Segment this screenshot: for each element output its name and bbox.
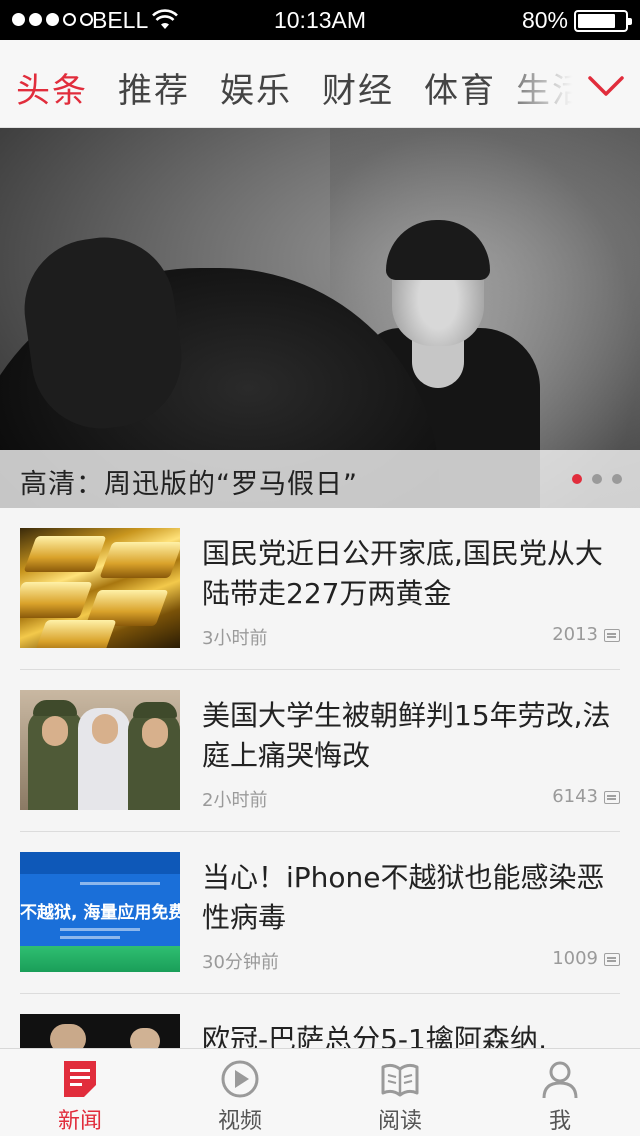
news-title: 美国大学生被朝鲜判15年劳改,法庭上痛哭悔改 <box>202 699 611 772</box>
news-thumbnail-court <box>20 690 180 810</box>
channel-tab-bar: 头条 推荐 娱乐 财经 体育 生活 <box>0 40 640 128</box>
news-item[interactable]: 不越狱, 海量应用免费 当心！iPhone不越狱也能感染恶性病毒 30分钟前 1… <box>0 832 640 994</box>
comment-count: 1009 <box>552 948 598 969</box>
news-icon <box>64 1061 96 1097</box>
nav-label: 阅读 <box>377 1109 422 1134</box>
news-title: 当心！iPhone不越狱也能感染恶性病毒 <box>202 861 605 934</box>
tab-entertainment[interactable]: 娱乐 <box>220 63 292 112</box>
battery-icon <box>574 10 632 32</box>
tab-sports[interactable]: 体育 <box>424 63 496 112</box>
tab-recommended[interactable]: 推荐 <box>118 63 190 112</box>
news-time: 3小时前 <box>202 628 268 649</box>
comment-icon <box>604 953 620 966</box>
nav-label: 我 <box>548 1109 571 1134</box>
pager-dot <box>572 474 582 484</box>
thumbnail-text: 不越狱, 海量应用免费 <box>20 903 180 923</box>
news-item[interactable]: 美国大学生被朝鲜判15年劳改,法庭上痛哭悔改 2小时前 6143 <box>0 670 640 832</box>
nav-reading[interactable]: 阅读 <box>320 1049 480 1136</box>
pager-dot <box>592 474 602 484</box>
nav-video[interactable]: 视频 <box>160 1049 320 1136</box>
hero-caption-bar: 高清：周迅版的“罗马假日” <box>0 450 640 508</box>
hero-caption: 高清：周迅版的“罗马假日” <box>20 469 358 500</box>
comment-count: 6143 <box>552 786 598 807</box>
pager-dot <box>612 474 622 484</box>
status-bar: BELL 10:13AM 80% <box>0 0 640 40</box>
play-icon <box>221 1060 259 1098</box>
bottom-nav: 新闻 视频 阅读 我 <box>0 1048 640 1136</box>
news-item[interactable]: 国民党近日公开家底,国民党从大陆带走227万两黄金 3小时前 2013 <box>0 508 640 670</box>
hero-banner[interactable]: 高清：周迅版的“罗马假日” <box>0 128 640 508</box>
nav-label: 新闻 <box>57 1109 102 1134</box>
book-icon <box>381 1063 419 1097</box>
news-thumbnail-gold <box>20 528 180 648</box>
chevron-down-icon[interactable] <box>586 66 626 106</box>
comment-count: 2013 <box>552 624 598 645</box>
nav-me[interactable]: 我 <box>480 1049 640 1136</box>
nav-label: 视频 <box>217 1109 262 1134</box>
tab-headlines[interactable]: 头条 <box>16 63 88 112</box>
news-thumbnail-website: 不越狱, 海量应用免费 <box>20 852 180 972</box>
news-time: 30分钟前 <box>202 952 279 973</box>
user-icon <box>542 1061 578 1099</box>
carousel-pager <box>572 474 622 484</box>
news-time: 2小时前 <box>202 790 268 811</box>
comment-icon <box>604 629 620 642</box>
news-title: 国民党近日公开家底,国民党从大陆带走227万两黄金 <box>202 537 603 610</box>
nav-news[interactable]: 新闻 <box>0 1049 160 1136</box>
tab-finance[interactable]: 财经 <box>322 63 394 112</box>
comment-icon <box>604 791 620 804</box>
battery-percent: 80% <box>521 7 568 33</box>
